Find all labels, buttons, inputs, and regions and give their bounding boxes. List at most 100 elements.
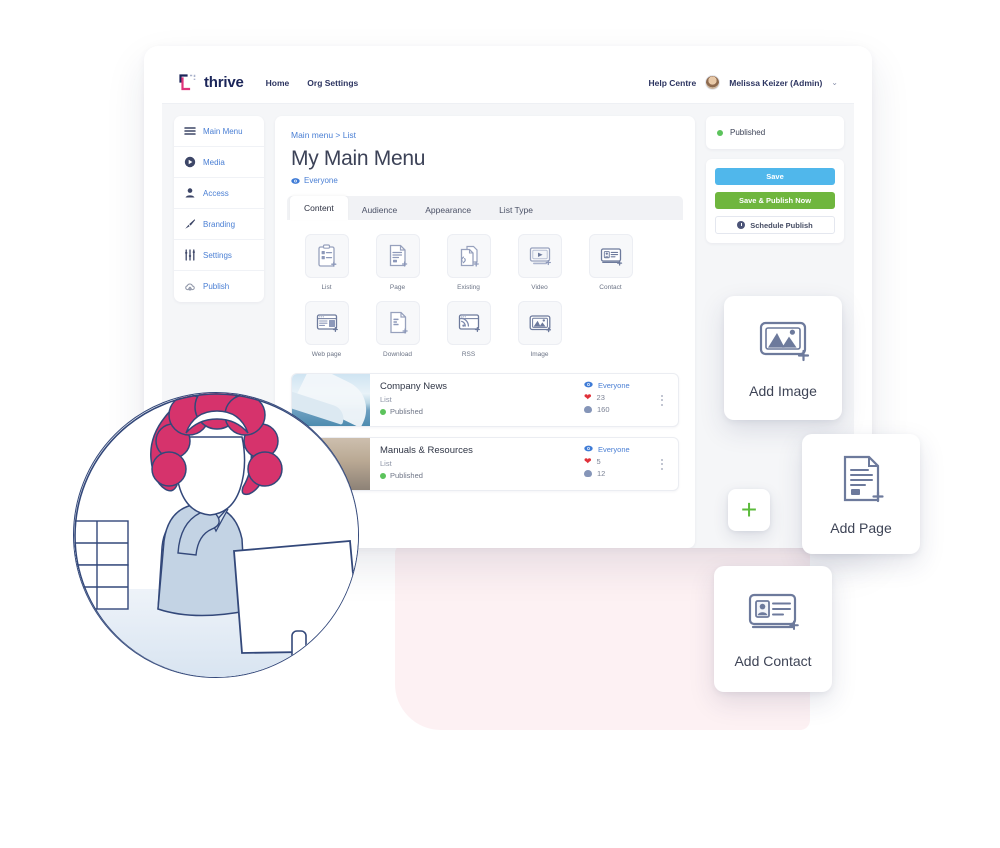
content-type-page[interactable]: Page bbox=[362, 234, 433, 291]
row-audience-label: Everyone bbox=[598, 381, 630, 390]
content-type-label: Existing bbox=[457, 284, 480, 291]
sidebar-item-media[interactable]: Media bbox=[174, 147, 264, 178]
audience-indicator[interactable]: Everyone bbox=[291, 176, 679, 185]
row-views: 12 bbox=[584, 469, 656, 478]
thrive-logo-icon bbox=[178, 73, 197, 92]
brand-logo[interactable]: thrive bbox=[178, 73, 244, 92]
status-label: Published bbox=[390, 471, 423, 480]
sidebar-item-label: Media bbox=[203, 157, 225, 167]
nav-link-org-settings[interactable]: Org Settings bbox=[307, 78, 358, 88]
sliders-icon bbox=[184, 249, 196, 261]
row-thumbnail bbox=[292, 374, 370, 426]
clipboard-add-icon bbox=[304, 234, 349, 278]
content-type-label: Video bbox=[531, 284, 548, 291]
row-likes-count: 5 bbox=[596, 457, 601, 466]
add-contact-label: Add Contact bbox=[734, 652, 812, 669]
rss-add-icon bbox=[446, 301, 491, 345]
clock-icon bbox=[737, 221, 746, 229]
content-type-label: List bbox=[321, 284, 332, 291]
comment-bubble-icon bbox=[584, 406, 592, 413]
status-badge: Published bbox=[706, 116, 844, 149]
save-button[interactable]: Save bbox=[715, 168, 835, 185]
sidebar-item-label: Settings bbox=[203, 250, 232, 260]
audience-label: Everyone bbox=[304, 176, 338, 185]
status-dot-icon bbox=[380, 408, 386, 415]
sidebar-item-main-menu[interactable]: Main Menu bbox=[174, 116, 264, 147]
breadcrumb[interactable]: Main menu > List bbox=[291, 130, 679, 140]
hamburger-icon bbox=[184, 125, 196, 137]
row-more-menu-button[interactable] bbox=[656, 445, 668, 483]
add-contact-card[interactable]: Add Contact bbox=[714, 566, 832, 692]
row-body: Company News List Published Everyone ❤ 2… bbox=[370, 374, 678, 426]
content-type-contact[interactable]: Contact bbox=[575, 234, 646, 291]
illustration-woman-at-computer bbox=[73, 392, 359, 678]
content-type-web-page[interactable]: Web page bbox=[291, 301, 362, 358]
status-dot-icon bbox=[717, 129, 723, 136]
status-dot-icon bbox=[380, 472, 386, 479]
content-type-label: Page bbox=[389, 284, 406, 291]
browser-add-icon bbox=[304, 301, 349, 345]
content-type-label: Image bbox=[530, 351, 549, 358]
save-and-publish-button[interactable]: Save & Publish Now bbox=[715, 192, 835, 209]
row-audience: Everyone bbox=[584, 445, 656, 454]
chevron-down-icon[interactable]: ⌄ bbox=[831, 78, 838, 87]
sidebar: Main Menu Media Access Branding Settings… bbox=[174, 116, 264, 302]
row-main-info: Manuals & Resources List Published bbox=[380, 445, 584, 483]
document-add-icon bbox=[835, 453, 887, 510]
row-metrics: Everyone ❤ 5 12 bbox=[584, 445, 656, 483]
help-centre-link[interactable]: Help Centre bbox=[649, 78, 697, 88]
add-new-button[interactable]: + bbox=[728, 489, 770, 531]
add-page-card[interactable]: Add Page bbox=[802, 434, 920, 554]
row-main-info: Company News List Published bbox=[380, 381, 584, 419]
table-row[interactable]: Company News List Published Everyone ❤ 2… bbox=[291, 373, 679, 427]
avatar[interactable] bbox=[705, 75, 721, 90]
sidebar-item-label: Main Menu bbox=[203, 126, 243, 136]
tab-appearance[interactable]: Appearance bbox=[411, 199, 485, 220]
status-label: Published bbox=[390, 407, 423, 416]
user-name-label[interactable]: Melissa Keizer (Admin) bbox=[729, 78, 822, 88]
nav-link-home[interactable]: Home bbox=[266, 78, 290, 88]
eye-icon bbox=[291, 177, 300, 185]
sidebar-item-label: Publish bbox=[203, 282, 230, 291]
eye-icon bbox=[584, 381, 593, 390]
tab-content[interactable]: Content bbox=[290, 196, 348, 220]
content-type-rss[interactable]: RSS bbox=[433, 301, 504, 358]
document-add-icon bbox=[375, 234, 420, 278]
link-documents-add-icon bbox=[446, 234, 491, 278]
page-title: My Main Menu bbox=[291, 147, 426, 170]
content-type-existing[interactable]: Existing bbox=[433, 234, 504, 291]
sidebar-item-publish[interactable]: Publish bbox=[174, 271, 264, 302]
cloud-upload-icon bbox=[184, 281, 196, 293]
row-status: Published bbox=[380, 471, 584, 480]
content-type-list[interactable]: List bbox=[291, 234, 362, 291]
sidebar-item-branding[interactable]: Branding bbox=[174, 209, 264, 240]
heart-icon: ❤ bbox=[584, 456, 592, 466]
tab-audience[interactable]: Audience bbox=[348, 199, 411, 220]
contact-card-add-icon bbox=[588, 234, 633, 278]
row-likes: ❤ 5 bbox=[584, 456, 656, 467]
tab-list-type[interactable]: List Type bbox=[485, 199, 547, 220]
row-likes: ❤ 23 bbox=[584, 392, 656, 403]
content-type-video[interactable]: Video bbox=[504, 234, 575, 291]
publish-actions-card: Save Save & Publish Now Schedule Publish bbox=[706, 159, 844, 243]
comment-bubble-icon bbox=[584, 470, 592, 477]
image-add-icon bbox=[517, 301, 562, 345]
contact-card-add-icon bbox=[744, 590, 802, 643]
heart-icon: ❤ bbox=[584, 392, 592, 402]
screenshot-root: thrive Home Org Settings Help Centre Mel… bbox=[0, 0, 1000, 848]
add-image-card[interactable]: Add Image bbox=[724, 296, 842, 420]
schedule-publish-label: Schedule Publish bbox=[750, 220, 813, 230]
sidebar-item-access[interactable]: Access bbox=[174, 178, 264, 209]
play-circle-icon bbox=[184, 156, 196, 168]
sidebar-item-label: Access bbox=[203, 188, 229, 198]
row-more-menu-button[interactable] bbox=[656, 381, 668, 419]
content-type-label: Web page bbox=[311, 351, 342, 358]
row-title: Company News bbox=[380, 381, 448, 392]
schedule-publish-button[interactable]: Schedule Publish bbox=[715, 216, 835, 234]
image-add-icon bbox=[754, 318, 812, 373]
content-type-download[interactable]: Download bbox=[362, 301, 433, 358]
row-metrics: Everyone ❤ 23 160 bbox=[584, 381, 656, 419]
sidebar-item-settings[interactable]: Settings bbox=[174, 240, 264, 271]
content-type-image[interactable]: Image bbox=[504, 301, 575, 358]
row-status: Published bbox=[380, 407, 584, 416]
